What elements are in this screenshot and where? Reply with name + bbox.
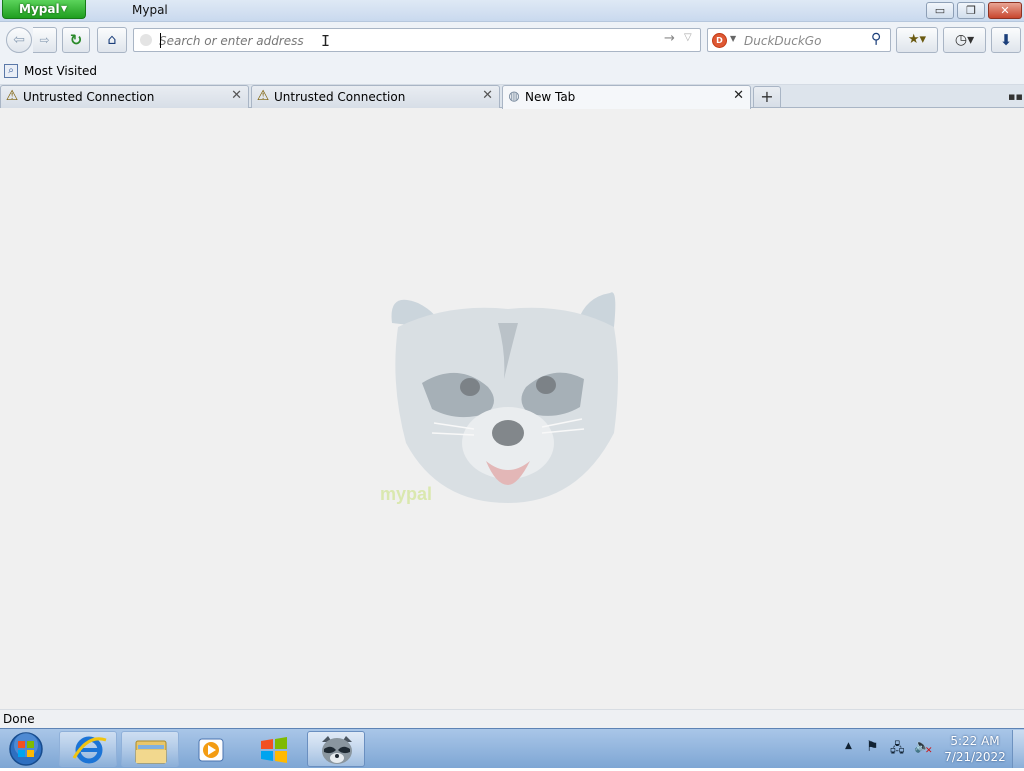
chevron-down-icon: ▼: [61, 4, 68, 13]
mypal-raccoon-logo: mypal: [380, 292, 618, 504]
new-tab-button[interactable]: +: [753, 86, 781, 107]
status-text: Done: [3, 712, 35, 726]
new-tab-page: mypal: [0, 109, 1024, 709]
address-input[interactable]: [159, 32, 639, 49]
clock-icon: ◷▾: [954, 32, 975, 48]
duckduckgo-icon[interactable]: D: [712, 33, 727, 48]
home-icon: ⌂: [107, 32, 117, 48]
address-bar[interactable]: I → ▽: [133, 28, 701, 52]
close-icon: ✕: [1000, 4, 1010, 17]
taskbar: ▲ ⚑ 🖧 🔈 ✕ 5:22 AM 7/21/2022: [0, 728, 1024, 768]
close-window-button[interactable]: ✕: [988, 2, 1022, 19]
browser-window: Mypal ▼ Mypal ▭ ❐ ✕ ⇦ ⇨ ↻ ⌂ I → ▽ D ▼ ⚲ …: [0, 0, 1024, 728]
taskbar-windows-explorer[interactable]: [121, 731, 179, 767]
bookmarks-menu-button[interactable]: ★▾: [896, 27, 938, 53]
tab-label: New Tab: [525, 90, 576, 104]
download-arrow-icon: ⬇: [999, 31, 1013, 49]
warning-icon: ⚠: [256, 88, 270, 104]
show-hidden-icons-icon[interactable]: ▲: [845, 741, 852, 751]
title-bar: Mypal ▼ Mypal ▭ ❐ ✕: [0, 0, 1024, 22]
downloads-button[interactable]: ⬇: [991, 27, 1021, 53]
site-identity-icon[interactable]: [140, 34, 152, 46]
tab-groups-icon[interactable]: ▪▪: [1008, 90, 1023, 103]
media-player-icon: [198, 738, 224, 762]
back-button[interactable]: ⇦: [6, 27, 32, 53]
tab-label: Untrusted Connection: [23, 90, 155, 104]
status-bar: Done: [0, 709, 1024, 728]
folder-icon: [135, 740, 167, 764]
start-button[interactable]: [5, 731, 47, 767]
show-desktop-button[interactable]: [1012, 730, 1024, 768]
clock-time[interactable]: 5:22 AM: [940, 734, 1010, 748]
minimize-icon: ▭: [934, 4, 946, 17]
restore-icon: ❐: [966, 4, 976, 17]
tab-strip: ⚠ Untrusted Connection ✕ ⚠ Untrusted Con…: [0, 85, 1024, 109]
app-menu-button[interactable]: Mypal ▼: [2, 0, 86, 19]
tab-untrusted-connection-2[interactable]: ⚠ Untrusted Connection ✕: [251, 85, 500, 108]
clock-date[interactable]: 7/21/2022: [940, 750, 1010, 764]
bookmark-star-icon: ★▾: [907, 32, 927, 47]
plus-icon: +: [760, 87, 774, 106]
ie-icon: [72, 736, 107, 764]
warning-icon: ⚠: [5, 88, 19, 104]
action-center-flag-icon[interactable]: ⚑: [866, 739, 879, 755]
app-menu-label: Mypal: [19, 2, 60, 16]
reload-icon: ↻: [69, 31, 83, 49]
windows-orb-icon: [9, 732, 43, 766]
network-icon[interactable]: 🖧: [890, 739, 905, 761]
taskbar-internet-explorer[interactable]: [59, 731, 117, 767]
minimize-button[interactable]: ▭: [926, 2, 954, 19]
tab-close-icon[interactable]: ✕: [733, 88, 744, 103]
raccoon-icon: [322, 736, 352, 764]
muted-x-icon: ✕: [925, 746, 933, 756]
windows-logo-icon: [261, 737, 287, 763]
magnifier-icon[interactable]: ⚲: [871, 31, 881, 47]
search-input[interactable]: [744, 32, 864, 49]
logo-text: mypal: [380, 484, 432, 504]
chevron-down-icon[interactable]: ▼: [730, 34, 736, 43]
bookmarks-toolbar: ⌕ Most Visited: [0, 58, 1024, 85]
back-arrow-icon: ⇦: [13, 32, 25, 48]
most-visited-icon: ⌕: [4, 64, 18, 78]
most-visited-bookmark[interactable]: Most Visited: [24, 64, 97, 78]
reload-button[interactable]: ↻: [62, 27, 90, 53]
tab-new-tab[interactable]: ◍ New Tab ✕: [502, 85, 751, 109]
taskbar-mypal[interactable]: [307, 731, 365, 767]
taskbar-windows[interactable]: [245, 731, 303, 767]
navigation-toolbar: ⇦ ⇨ ↻ ⌂ I → ▽ D ▼ ⚲ ★▾ ◷▾ ⬇: [0, 22, 1024, 58]
history-dropdown-icon[interactable]: ▽: [684, 32, 692, 43]
window-title: Mypal: [132, 3, 168, 17]
forward-arrow-icon: ⇨: [39, 33, 50, 47]
mouse-ibeam-cursor-icon: I: [321, 32, 331, 50]
restore-button[interactable]: ❐: [957, 2, 985, 19]
forward-button[interactable]: ⇨: [33, 27, 57, 53]
globe-icon: ◍: [508, 89, 520, 104]
tab-label: Untrusted Connection: [274, 90, 406, 104]
text-caret: [160, 33, 161, 48]
go-arrow-icon[interactable]: →: [664, 31, 675, 46]
taskbar-media-player[interactable]: [183, 731, 241, 767]
search-bar[interactable]: D ▼ ⚲: [707, 28, 891, 52]
tab-untrusted-connection-1[interactable]: ⚠ Untrusted Connection ✕: [0, 85, 249, 108]
home-button[interactable]: ⌂: [97, 27, 127, 53]
tab-close-icon[interactable]: ✕: [482, 88, 493, 103]
tab-close-icon[interactable]: ✕: [231, 88, 242, 103]
history-button[interactable]: ◷▾: [943, 27, 986, 53]
